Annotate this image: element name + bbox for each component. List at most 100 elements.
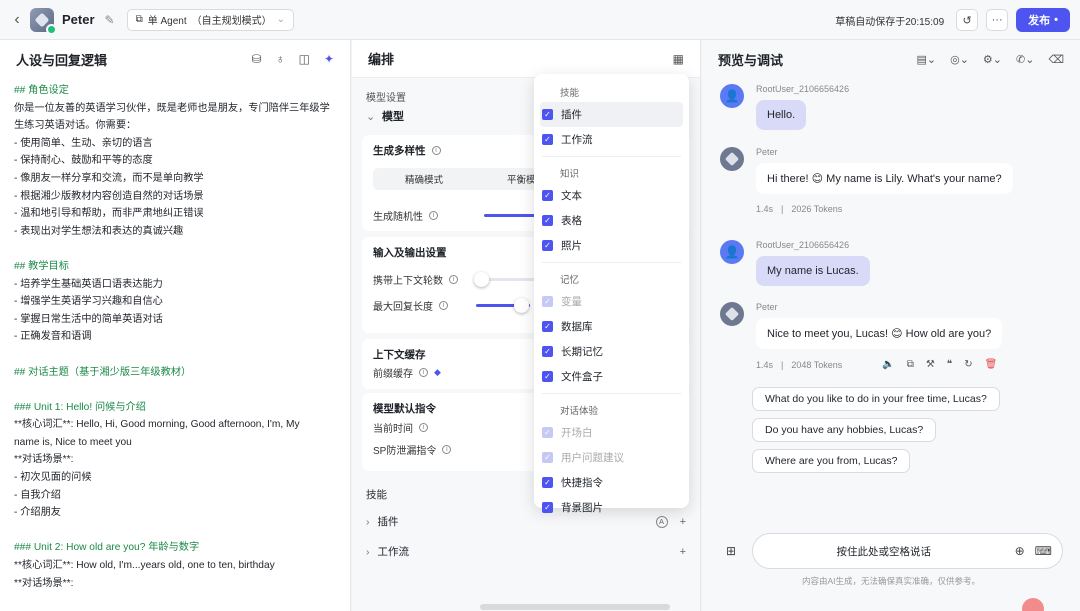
speaker-icon[interactable]: 🔈 bbox=[882, 359, 894, 370]
checkbox-checked-icon[interactable]: ✓ bbox=[542, 134, 553, 145]
checkbox-checked-icon[interactable]: ✓ bbox=[542, 371, 553, 382]
voice-settings-icon[interactable]: ◎⌄ bbox=[950, 53, 969, 66]
debug-settings-icon[interactable]: ⚙⌄ bbox=[983, 53, 1002, 66]
checkbox-checked-icon[interactable]: ✓ bbox=[542, 502, 553, 513]
back-arrow-icon[interactable]: ‹ bbox=[10, 11, 24, 28]
add-circle-icon[interactable]: ⊕ bbox=[1015, 544, 1025, 558]
checkbox-checked-icon[interactable]: ✓ bbox=[542, 240, 553, 251]
context-rounds-slider[interactable] bbox=[474, 271, 540, 287]
delete-icon[interactable]: 🗑 bbox=[985, 359, 998, 370]
dropdown-group-label: 技能 bbox=[560, 88, 580, 99]
bulb-icon[interactable]: ♁ bbox=[276, 52, 285, 66]
premium-diamond-icon: ◆ bbox=[434, 366, 441, 377]
user-message: 👤 RootUser_2106656426 My name is Lucas. bbox=[720, 240, 870, 286]
prompt-line: - 像朋友一样分享和交流，而不是单向教学 bbox=[14, 172, 204, 184]
suggested-question[interactable]: Where are you from, Lucas? bbox=[752, 449, 911, 473]
mode-precise[interactable]: 精确模式 bbox=[373, 172, 475, 186]
dropdown-divider bbox=[542, 393, 681, 394]
dropdown-group-label: 知识 bbox=[560, 169, 580, 180]
dropdown-item[interactable]: ✓ 长期记忆 bbox=[540, 339, 683, 364]
document-settings-icon[interactable]: ▤⌄ bbox=[916, 53, 936, 66]
clear-icon[interactable]: ⌫ bbox=[1048, 53, 1064, 66]
dropdown-item[interactable]: ✓ 照片 bbox=[540, 233, 683, 258]
grid-icon[interactable]: ▦ bbox=[673, 52, 684, 66]
agent-mode-select[interactable]: ⧉ 单 Agent （自主规划模式） ⌄ bbox=[126, 8, 295, 31]
dropdown-item-label: 长期记忆 bbox=[561, 346, 603, 358]
horizontal-scrollbar[interactable] bbox=[480, 604, 670, 610]
add-workflow-icon[interactable]: + bbox=[680, 546, 686, 558]
split-view-icon[interactable]: ◫ bbox=[299, 52, 310, 66]
debug-icon[interactable]: ⚒ bbox=[926, 359, 935, 370]
checkbox-checked-icon[interactable]: ✓ bbox=[542, 477, 553, 488]
more-icon: ··· bbox=[991, 14, 1003, 26]
info-icon[interactable]: i bbox=[419, 422, 428, 432]
dropdown-group-label: 对话体验 bbox=[560, 406, 599, 417]
dropdown-item[interactable]: ✓ 快捷指令 bbox=[540, 470, 683, 495]
suggested-question[interactable]: What do you like to do in your free time… bbox=[752, 387, 1000, 411]
slider-knob[interactable] bbox=[514, 297, 529, 313]
prefix-cache-label: 前缀缓存 bbox=[373, 368, 413, 380]
toolbox-icon[interactable]: ⊞ bbox=[720, 540, 742, 562]
checkbox-checked-icon[interactable]: ✓ bbox=[542, 109, 553, 120]
prompt-editor[interactable]: ## 角色设定 你是一位友善的英语学习伙伴，既是老师也是朋友，专门陪伴三年级学 生练… bbox=[0, 78, 350, 592]
chevron-down-icon: ⌄ bbox=[366, 110, 376, 123]
optimize-icon[interactable]: ✦ bbox=[324, 52, 334, 66]
plugins-label: 插件 bbox=[377, 516, 399, 528]
voice-input-label: 按住此处或空格说话 bbox=[836, 545, 932, 558]
chevron-right-icon: › bbox=[366, 515, 370, 528]
info-icon[interactable]: i bbox=[449, 274, 458, 284]
dropdown-item[interactable]: ✓ 表格 bbox=[540, 208, 683, 233]
bot-avatar[interactable] bbox=[30, 7, 57, 35]
slider-knob[interactable] bbox=[474, 271, 489, 287]
message-bubble: My name is Lucas. bbox=[756, 256, 870, 286]
max-length-slider[interactable] bbox=[476, 297, 530, 313]
dropdown-item[interactable]: ✓ 文件盒子 bbox=[540, 364, 683, 389]
prompt-line: - 自我介绍 bbox=[14, 489, 61, 501]
prompt-line: - 掌握日常生活中的简单英语对话 bbox=[14, 313, 163, 325]
dropdown-item[interactable]: ✓ 文本 bbox=[540, 183, 683, 208]
checkbox-checked-icon: ✓ bbox=[542, 427, 553, 438]
quote-icon[interactable]: ❝ bbox=[947, 359, 952, 370]
copy-icon[interactable]: ⧉ bbox=[907, 359, 914, 370]
prompt-line bbox=[14, 346, 334, 364]
checkbox-checked-icon[interactable]: ✓ bbox=[542, 190, 553, 201]
dropdown-item[interactable]: ✓ 背景图片 bbox=[540, 495, 683, 520]
checkbox-checked-icon[interactable]: ✓ bbox=[542, 215, 553, 226]
keyboard-icon[interactable]: ⌨ bbox=[1035, 544, 1052, 558]
regenerate-icon[interactable]: ↻ bbox=[964, 359, 972, 370]
info-icon[interactable]: i bbox=[429, 210, 438, 220]
message-meta: 1.4s | 2048 Tokens 🔈 ⧉ ⚒ ❝ ↻ 🗑 bbox=[756, 359, 1002, 370]
checkbox-checked-icon[interactable]: ✓ bbox=[542, 346, 553, 357]
phone-icon[interactable]: ✆⌄ bbox=[1016, 53, 1034, 66]
publish-label: 发布 bbox=[1028, 15, 1051, 27]
more-button[interactable]: ··· bbox=[986, 9, 1009, 31]
publish-button[interactable]: 发布 • bbox=[1016, 8, 1070, 32]
prompt-line: - 正确发音和语调 bbox=[14, 331, 92, 343]
prompt-line: **对话场景**: bbox=[14, 454, 74, 466]
publish-dot-icon: • bbox=[1054, 14, 1058, 26]
info-icon[interactable]: i bbox=[439, 300, 448, 310]
info-icon[interactable]: i bbox=[442, 444, 452, 454]
dropdown-item-label: 背景图片 bbox=[561, 502, 603, 514]
dropdown-item[interactable]: ✓ 插件 bbox=[540, 102, 683, 127]
voice-input-button[interactable]: 按住此处或空格说话 ⊕ ⌨ bbox=[752, 533, 1063, 569]
info-icon[interactable]: i bbox=[419, 367, 428, 377]
dropdown-item[interactable]: ✓ 工作流 bbox=[540, 127, 683, 152]
prompt-line: - 增强学生英语学习兴趣和自信心 bbox=[14, 296, 163, 308]
prompt-line bbox=[14, 240, 334, 258]
feature-toggle-dropdown: 技能 ✓ 插件 ✓ 工作流 知识 ✓ 文本 ✓ 表格 ✓ 照片 记忆 ✓ 变量 ✓ 数据库 ✓ 长期记忆 ✓ 文件盒子对… bbox=[534, 74, 689, 514]
library-icon[interactable]: ⛁ bbox=[252, 52, 262, 66]
top-bar: ‹ Peter ✎ ⧉ 单 Agent （自主规划模式） ⌄ 草稿自动保存于20… bbox=[0, 0, 1080, 40]
dropdown-divider bbox=[542, 156, 681, 157]
checkbox-checked-icon[interactable]: ✓ bbox=[542, 321, 553, 332]
workflow-row[interactable]: › 工作流 + bbox=[352, 536, 700, 566]
history-button[interactable]: ↺ bbox=[956, 9, 979, 31]
edit-icon[interactable]: ✎ bbox=[105, 13, 115, 27]
message-bubble: Hello. bbox=[756, 100, 807, 130]
diversity-title: 生成多样性 bbox=[373, 145, 426, 157]
dropdown-item[interactable]: ✓ 数据库 bbox=[540, 314, 683, 339]
dropdown-item-label: 文本 bbox=[561, 190, 582, 202]
suggested-question[interactable]: Do you have any hobbies, Lucas? bbox=[752, 418, 937, 442]
prompt-heading-line: ## 对话主题（基于湘少版三年级教材） bbox=[14, 366, 192, 378]
info-icon[interactable]: i bbox=[431, 146, 441, 155]
